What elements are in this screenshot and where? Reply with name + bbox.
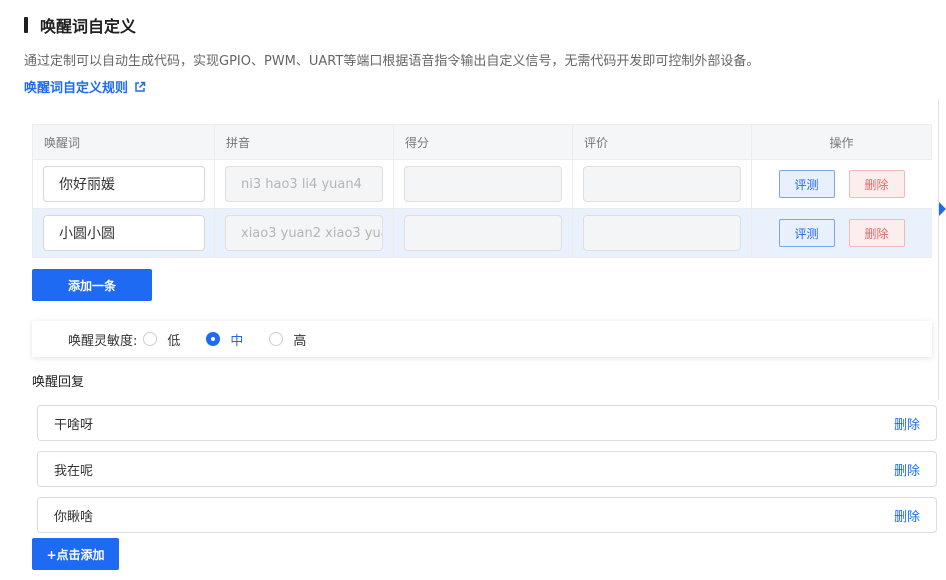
- rating-field: [583, 166, 741, 202]
- evaluate-button[interactable]: 评测: [778, 170, 835, 198]
- page-title: 唤醒词自定义: [40, 17, 137, 36]
- delete-row-button[interactable]: 删除: [848, 219, 905, 247]
- radio-label: 高: [293, 333, 307, 349]
- score-cell: [394, 160, 573, 208]
- sensitivity-card: 唤醒灵敏度: 低 中 高: [32, 321, 932, 357]
- section-description: 通过定制可以自动生成代码，实现GPIO、PWM、UART等端口根据语音指令输出自…: [24, 54, 760, 69]
- section-title: 唤醒词自定义: [24, 14, 136, 36]
- external-link-icon: [135, 81, 146, 92]
- reply-item[interactable]: 你瞅啥 删除: [37, 497, 937, 533]
- radio-icon: [269, 332, 284, 346]
- table-row: 你好丽媛 ni3 hao3 li4 yuan4 评测 删除: [32, 160, 932, 209]
- reply-text: 你瞅啥: [54, 509, 94, 525]
- reply-delete-link[interactable]: 删除: [894, 460, 920, 479]
- table-row: 小圆小圆 xiao3 yuan2 xiao3 yuan2 评测 删除: [32, 209, 932, 258]
- sensitivity-label: 唤醒灵敏度:: [68, 333, 138, 349]
- column-header-pinyin: 拼音: [215, 125, 394, 159]
- radio-icon: [143, 332, 158, 346]
- score-field: [404, 215, 562, 251]
- wake-word-input[interactable]: 小圆小圆: [43, 215, 205, 251]
- wake-word-table: 唤醒词 拼音 得分 评价 操作 你好丽媛 ni3 hao3 li4 yuan4 …: [32, 124, 932, 258]
- title-marker: [24, 17, 28, 33]
- pinyin-field: ni3 hao3 li4 yuan4: [225, 166, 383, 202]
- radio-checked-icon: [206, 332, 221, 346]
- sensitivity-option-high[interactable]: 高: [269, 330, 306, 349]
- radio-label: 中: [230, 333, 244, 349]
- column-header-score: 得分: [394, 125, 573, 159]
- pinyin-cell: xiao3 yuan2 xiao3 yuan2: [215, 209, 394, 257]
- wake-word-input[interactable]: 你好丽媛: [43, 166, 205, 202]
- sensitivity-option-medium[interactable]: 中: [206, 330, 243, 349]
- rating-cell: [573, 160, 752, 208]
- rules-link[interactable]: 唤醒词自定义规则: [24, 77, 146, 96]
- actions-cell: 评测 删除: [752, 160, 931, 208]
- actions-cell: 评测 删除: [752, 209, 931, 257]
- reply-delete-link[interactable]: 删除: [894, 414, 920, 433]
- score-field: [404, 166, 562, 202]
- reply-text: 我在呢: [54, 463, 94, 479]
- column-header-actions: 操作: [829, 135, 854, 150]
- pinyin-cell: ni3 hao3 li4 yuan4: [215, 160, 394, 208]
- word-cell: 你好丽媛: [33, 160, 215, 208]
- evaluate-button[interactable]: 评测: [778, 219, 835, 247]
- scroll-track: [938, 100, 939, 400]
- table-header: 唤醒词 拼音 得分 评价 操作: [32, 124, 932, 160]
- radio-label: 低: [167, 333, 181, 349]
- sensitivity-option-low[interactable]: 低: [143, 330, 180, 349]
- rating-field: [583, 215, 741, 251]
- column-header-word: 唤醒词: [33, 125, 215, 159]
- rating-cell: [573, 209, 752, 257]
- word-cell: 小圆小圆: [33, 209, 215, 257]
- rules-link-label: 唤醒词自定义规则: [24, 81, 129, 96]
- add-reply-button[interactable]: +点击添加: [32, 538, 119, 570]
- reply-item[interactable]: 干啥呀 删除: [37, 405, 937, 441]
- pinyin-field: xiao3 yuan2 xiao3 yuan2: [225, 215, 383, 251]
- reply-section-title: 唤醒回复: [32, 375, 85, 390]
- reply-item[interactable]: 我在呢 删除: [37, 451, 937, 487]
- reply-delete-link[interactable]: 删除: [894, 506, 920, 525]
- expand-arrow-icon[interactable]: [939, 202, 946, 216]
- add-row-button[interactable]: 添加一条: [32, 269, 152, 301]
- reply-text: 干啥呀: [54, 417, 94, 433]
- column-header-rating: 评价: [573, 125, 752, 159]
- score-cell: [394, 209, 573, 257]
- delete-row-button[interactable]: 删除: [848, 170, 905, 198]
